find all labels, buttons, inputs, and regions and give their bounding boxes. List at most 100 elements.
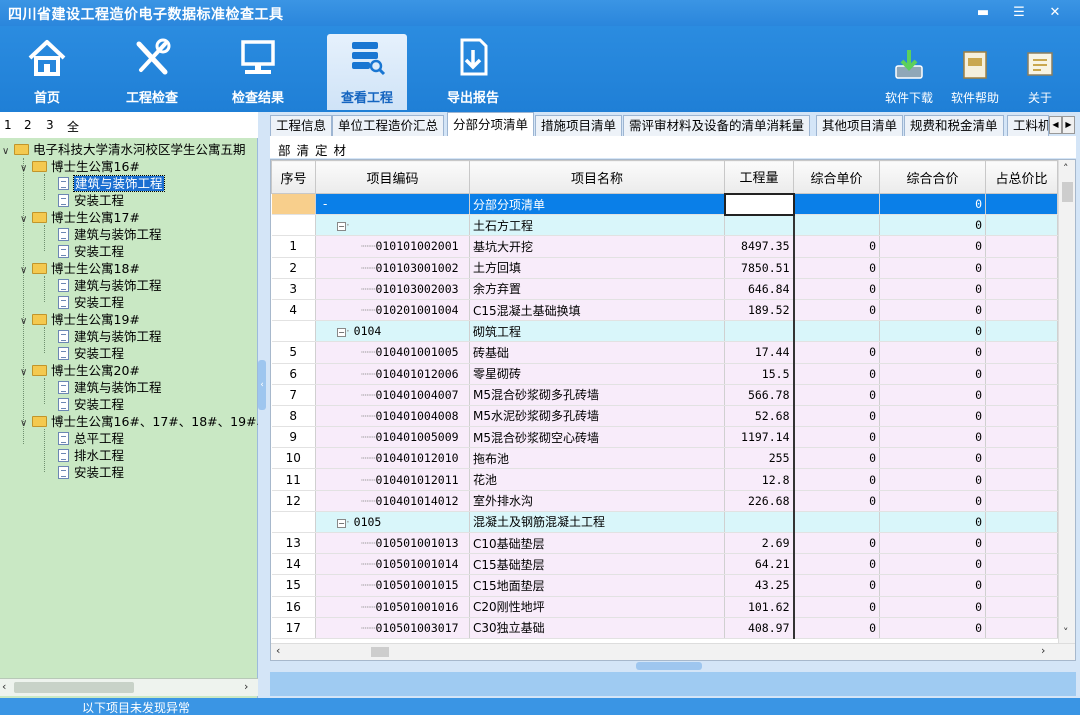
percent-cell[interactable] (985, 193, 1058, 216)
percent-cell[interactable] (985, 299, 1058, 322)
qty-cell[interactable]: 255 (724, 447, 795, 470)
col-header-name[interactable]: 项目名称 (469, 160, 725, 194)
total-price-cell[interactable]: 0 (879, 405, 986, 428)
name-cell[interactable]: M5水泥砂浆砌多孔砖墙 (469, 405, 725, 428)
tree-group[interactable]: ∨ 博士生公寓19# (20, 311, 140, 328)
name-cell[interactable]: C30独立基础 (469, 617, 725, 639)
percent-cell[interactable] (985, 532, 1058, 555)
seq-cell[interactable] (271, 193, 316, 216)
name-cell[interactable]: 花池 (469, 468, 725, 491)
unit-price-cell[interactable] (793, 511, 880, 534)
code-cell[interactable]: ┈┈010501003017 (315, 617, 470, 639)
tree-leaf[interactable]: 安装工程 (58, 192, 124, 209)
percent-cell[interactable] (985, 511, 1058, 534)
tab-labor-material[interactable]: 工料机 (1007, 115, 1049, 136)
tab-scroll-right-icon[interactable]: ▶ (1062, 116, 1075, 134)
about-button[interactable]: 关于 (1007, 48, 1073, 110)
tree-group[interactable]: ∨ 博士生公寓20# (20, 362, 140, 379)
qty-cell[interactable]: 646.84 (724, 278, 795, 300)
qty-cell[interactable]: 566.78 (724, 384, 795, 406)
close-button[interactable]: ✕ (1044, 4, 1066, 22)
level-all-button[interactable]: 全 (67, 118, 79, 135)
name-cell[interactable]: 零星砌砖 (469, 363, 725, 385)
level-3-button[interactable]: 3 (46, 118, 54, 132)
qty-cell[interactable] (724, 214, 795, 237)
seq-cell[interactable]: 8 (271, 405, 316, 428)
qty-cell[interactable] (723, 192, 795, 216)
col-header-percent[interactable]: 占总价比 (985, 160, 1058, 194)
seq-cell[interactable]: 5 (271, 341, 316, 364)
total-price-cell[interactable]: 0 (879, 447, 986, 470)
percent-cell[interactable] (985, 447, 1058, 470)
export-report-button[interactable]: 导出报告 (433, 34, 513, 110)
tree-leaf[interactable]: 安装工程 (58, 243, 124, 260)
total-price-cell[interactable]: 0 (879, 341, 986, 364)
qty-cell[interactable]: 408.97 (724, 617, 795, 639)
code-cell[interactable]: ┈┈010401012010 (315, 447, 470, 470)
total-price-cell[interactable]: 0 (879, 299, 986, 322)
code-cell[interactable]: ┈┈010501001015 (315, 574, 470, 597)
unit-price-cell[interactable]: 0 (793, 363, 880, 385)
name-cell[interactable]: 分部分项清单 (469, 193, 725, 216)
filter-labels[interactable]: 部清定材 (278, 140, 352, 159)
unit-price-cell[interactable]: 0 (793, 617, 880, 639)
collapse-icon[interactable]: − (337, 222, 346, 232)
total-price-cell[interactable]: 0 (879, 214, 986, 237)
unit-price-cell[interactable]: 0 (793, 490, 880, 512)
seq-cell[interactable]: 10 (271, 447, 316, 470)
unit-price-cell[interactable] (793, 320, 880, 343)
tree-leaf[interactable]: 建筑与装饰工程 (58, 277, 162, 294)
table-row[interactable]: 8 ┈┈010401004008 M5水泥砂浆砌多孔砖墙 52.68 0 0 (271, 405, 1058, 428)
total-price-cell[interactable]: 0 (879, 235, 986, 258)
chevron-down-icon[interactable]: ∨ (20, 313, 32, 330)
unit-price-cell[interactable]: 0 (793, 447, 880, 470)
percent-cell[interactable] (985, 468, 1058, 491)
tree-root[interactable]: ∨ 电子科技大学清水河校区学生公寓五期 (2, 141, 246, 158)
unit-price-cell[interactable]: 0 (793, 257, 880, 279)
qty-cell[interactable]: 15.5 (724, 363, 795, 385)
code-cell[interactable]: ┈┈010501001013 (315, 532, 470, 555)
table-row[interactable]: 15 ┈┈010501001015 C15地面垫层 43.25 0 0 (271, 574, 1058, 597)
code-cell[interactable]: ┈┈010401012006 (315, 363, 470, 385)
software-help-button[interactable]: 软件帮助 (942, 48, 1008, 110)
seq-cell[interactable]: 17 (271, 617, 316, 639)
tree-leaf[interactable]: 安装工程 (58, 345, 124, 362)
percent-cell[interactable] (985, 490, 1058, 512)
percent-cell[interactable] (985, 363, 1058, 385)
unit-price-cell[interactable]: 0 (793, 405, 880, 428)
tab-sub-item-list[interactable]: 分部分项清单 (447, 112, 535, 136)
section-row[interactable]: −· 0105 混凝土及钢筋混凝土工程 0 (271, 511, 1058, 534)
panel-resize-handle[interactable] (636, 662, 702, 670)
tree-leaf[interactable]: 排水工程 (58, 447, 124, 464)
unit-price-cell[interactable] (793, 214, 880, 237)
code-cell[interactable]: ┈┈010103002003 (315, 278, 470, 300)
percent-cell[interactable] (985, 257, 1058, 279)
minimize-button[interactable]: ▬ (972, 4, 994, 22)
seq-cell[interactable]: 2 (271, 257, 316, 279)
chevron-left-icon[interactable]: ‹ (2, 680, 6, 693)
name-cell[interactable]: 土方回填 (469, 257, 725, 279)
percent-cell[interactable] (985, 341, 1058, 364)
code-cell[interactable]: ┈┈010401004007 (315, 384, 470, 406)
project-check-button[interactable]: 工程检查 (112, 34, 192, 110)
scroll-thumb[interactable] (371, 647, 389, 657)
qty-cell[interactable]: 1197.14 (724, 426, 795, 449)
qty-cell[interactable]: 189.52 (724, 299, 795, 322)
level-2-button[interactable]: 2 (24, 118, 32, 132)
qty-cell[interactable]: 7850.51 (724, 257, 795, 279)
qty-cell[interactable] (724, 320, 795, 343)
percent-cell[interactable] (985, 405, 1058, 428)
percent-cell[interactable] (985, 214, 1058, 237)
qty-cell[interactable]: 226.68 (724, 490, 795, 512)
table-row[interactable]: 16 ┈┈010501001016 C20刚性地坪 101.62 0 0 (271, 596, 1058, 618)
code-cell[interactable]: ┈┈010401001005 (315, 341, 470, 364)
summary-row[interactable]: - 分部分项清单 0 (271, 192, 1058, 216)
table-row[interactable]: 14 ┈┈010501001014 C15基础垫层 64.21 0 0 (271, 553, 1058, 576)
percent-cell[interactable] (985, 426, 1058, 449)
table-row[interactable]: 10 ┈┈010401012010 拖布池 255 0 0 (271, 447, 1058, 470)
total-price-cell[interactable]: 0 (879, 426, 986, 449)
level-1-button[interactable]: 1 (4, 118, 12, 132)
seq-cell[interactable]: 11 (271, 468, 316, 491)
seq-cell[interactable] (271, 511, 316, 534)
seq-cell[interactable] (271, 320, 316, 343)
